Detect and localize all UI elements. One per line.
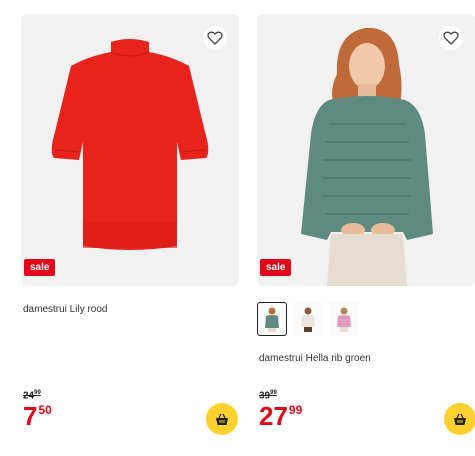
sale-price: 7 50 [23,401,52,431]
add-to-cart-button[interactable] [206,403,238,435]
basket-icon [216,413,228,425]
product-image[interactable]: sale [21,14,239,286]
green-thumb [265,307,279,332]
swatch-white[interactable] [293,302,323,336]
product-card-hella[interactable]: sale damestrui Hella rib groen 3999 27 99 [257,0,475,456]
red-sweater-image [51,39,209,250]
product-image[interactable]: sale [257,14,475,286]
add-to-cart-button[interactable] [444,403,475,435]
old-price: 3999 [259,390,277,402]
pink-thumb [337,307,351,332]
heart-icon [207,31,223,45]
basket-icon [454,413,466,425]
favorite-button[interactable] [203,26,227,50]
sale-badge: sale [24,259,56,276]
green-sweater-model-image [301,27,433,286]
sale-price: 27 99 [259,401,303,431]
product-title[interactable]: damestrui Lily rood [23,304,107,315]
product-card-lily[interactable]: sale damestrui Lily rood 2499 7 50 [21,0,239,456]
product-title[interactable]: damestrui Hella rib groen [259,353,371,364]
color-swatches [257,302,359,336]
sale-badge: sale [260,259,292,276]
favorite-button[interactable] [439,26,463,50]
white-thumb [301,307,315,332]
old-price: 2499 [23,390,41,402]
heart-icon [443,31,459,45]
swatch-pink[interactable] [329,302,359,336]
swatch-green[interactable] [257,302,287,336]
